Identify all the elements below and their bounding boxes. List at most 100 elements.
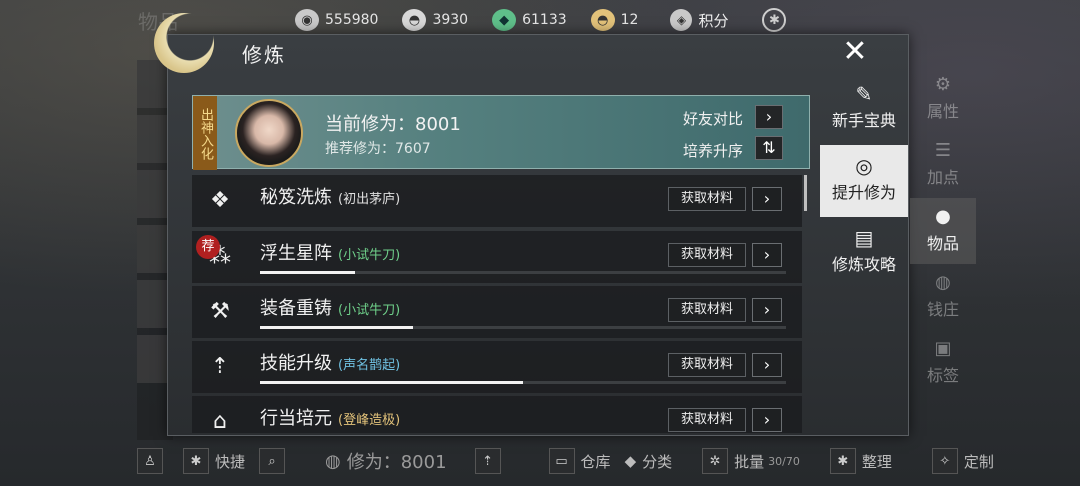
get-materials-button[interactable]: 获取材料 [668,187,746,211]
score-label: 积分 [698,11,729,30]
scrollbar[interactable] [804,175,807,211]
scroll-guide-icon: ▤ [854,226,874,250]
get-materials-button[interactable]: 获取材料 [668,353,746,377]
row-arrow-button[interactable]: › [752,187,782,211]
shirt-icon: ♙ [137,448,163,474]
shield-icon: ◈ [670,9,693,31]
progress-bar [260,381,786,384]
resource-value: 555980 [325,12,379,28]
row-arrow-button[interactable]: › [752,408,782,432]
organize-label: 整理 [861,452,892,471]
warehouse-label: 仓库 [580,452,611,471]
quick-label: 快捷 [215,452,246,471]
tab-label: 提升修为 [831,183,896,202]
list-item: ⇡ 技能升级 (声名鹊起) 获取材料 › [192,341,802,393]
resource-ingot: ◓ 3930 [402,9,468,31]
green-ticket-icon: ◆ [492,9,517,31]
row-title: 秘笈洗炼 [260,187,332,208]
category-button[interactable]: ◆ 分类 [625,451,673,472]
resource-value: 61133 [522,12,567,28]
rank-tag: 出神入化 [193,96,217,170]
progress-fill [260,381,523,384]
row-arrow-button[interactable]: › [752,353,782,377]
progress-fill [260,326,413,329]
recommended-cultivation: 推荐修为：7607 [325,141,431,157]
diamond-icon: ◆ [624,452,637,470]
row-level: (小试牛刀) [338,248,401,263]
sliders-icon: ☰ [934,140,952,161]
score-button[interactable]: ◈ 积分 [670,9,728,31]
row-title: 装备重铸 [260,298,332,319]
get-materials-button[interactable]: 获取材料 [668,408,746,432]
resource-value: 3930 [432,12,469,28]
row-arrow-button[interactable]: › [752,243,782,267]
side-item-points[interactable]: ☰ 加点 [910,132,976,198]
side-item-label: 属性 [926,102,959,121]
sort-label: 培养升序 [683,142,744,160]
recommended-badge: 荐 [196,235,220,259]
progress-bar [260,326,786,329]
resource-silver: ◉ 555980 [295,9,378,31]
row-title: 技能升级 [260,353,332,374]
dialog-title: 修炼 [242,43,286,67]
spiral-icon: ◎ [855,154,873,178]
side-item-bank[interactable]: ◍ 钱庄 [910,264,976,330]
bottom-toolbar: ♙ ✱ 快捷 ⌕ ◍ 修为：8001 ⇡ ▭ 仓库 ◆ 分类 ✲ 批量 30/7… [137,444,1080,478]
custom-label: 定制 [963,452,994,471]
resource-gold: ◓ 12 [590,9,638,31]
cultivation-dialog: 修炼 ✕ 出神入化 当前修为：8001 推荐修为：7607 好友对比 › 培养升… [154,13,909,436]
side-item-items[interactable]: ● 物品 [910,198,976,264]
get-materials-button[interactable]: 获取材料 [668,243,746,267]
list-item: ⁂ 荐 浮生星阵 (小试牛刀) 获取材料 › [192,231,802,283]
skill-up-icon: ⇡ [210,354,230,379]
bag-icon: ● [935,206,951,227]
custom-button[interactable]: ✧ 定制 [931,448,994,474]
cultivation-icon: ◍ [325,450,341,472]
sort-ascending-button[interactable]: ⇅ [755,136,783,160]
row-level: (初出茅庐) [338,192,401,207]
money-icon: ◍ [935,272,951,293]
tab-label: 新手宝典 [831,111,896,130]
tab-label: 修炼攻略 [831,255,896,274]
scroll-icon: ❖ [210,188,230,213]
warehouse-button[interactable]: ▭ 仓库 [548,448,611,474]
tab-improve-cultivation[interactable]: ◎ 提升修为 [820,145,908,217]
organize-button[interactable]: ✱ 整理 [829,448,892,474]
get-materials-button[interactable]: 获取材料 [668,298,746,322]
gear-icon: ✱ [829,448,856,474]
hammer-icon: ⚒ [210,299,230,324]
quick-button[interactable]: ✱ 快捷 [183,448,245,474]
dialog-tabs: ✎ 新手宝典 ◎ 提升修为 ▤ 修炼攻略 [820,73,908,289]
row-title: 行当培元 [260,408,332,429]
friend-compare-button[interactable]: › [755,105,783,129]
list-item: ⚒ 装备重铸 (小试牛刀) 获取材料 › [192,286,802,338]
search-button[interactable]: ⌕ [259,448,291,474]
batch-button[interactable]: ✲ 批量 30/70 [702,448,800,474]
tab-beginner-guide[interactable]: ✎ 新手宝典 [820,73,908,145]
current-cultivation: 当前修为：8001 [325,114,461,135]
side-item-tags[interactable]: ▣ 标签 [910,330,976,396]
silver-coin-icon: ◉ [295,9,319,31]
tag-icon: ▣ [934,338,952,359]
profile-banner: 出神入化 当前修为：8001 推荐修为：7607 好友对比 › 培养升序 ⇅ [192,95,810,170]
close-button[interactable]: ✕ [840,37,870,67]
row-level: (登峰造极) [338,413,401,428]
batch-count: 30/70 [768,454,800,468]
row-level: (小试牛刀) [338,303,401,318]
cultivation-list: ❖ 秘笈洗炼 (初出茅庐) 获取材料 › ⁂ 荐 浮生星阵 (小试牛刀) 获取材料 … [192,175,802,433]
progress-fill [260,271,355,274]
gear-icon: ✱ [183,448,209,474]
row-level: (声名鹊起) [338,358,401,373]
side-item-attributes[interactable]: ⚙ 属性 [910,66,976,132]
category-label: 分类 [642,452,673,471]
settings-icon[interactable]: ✱ [762,8,787,32]
cultivation-display: ◍ 修为：8001 [325,448,447,474]
row-arrow-button[interactable]: › [752,298,782,322]
moon-decoration-icon [154,13,214,73]
attribute-icon: ⚙ [934,74,952,95]
shirt-button[interactable]: ♙ [137,448,169,474]
list-item: ⌂ 行当培元 (登峰造极) 获取材料 › [192,396,802,433]
tab-cultivation-guide[interactable]: ▤ 修炼攻略 [820,217,908,289]
row-title: 浮生星阵 [260,243,332,264]
upgrade-button[interactable]: ⇡ [474,448,507,474]
